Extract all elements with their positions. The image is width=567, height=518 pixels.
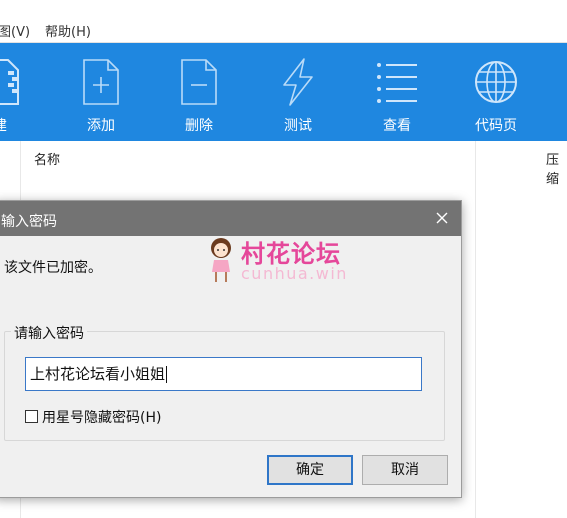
menu-help[interactable]: 帮助(H) bbox=[45, 21, 91, 40]
list-view-icon bbox=[377, 63, 417, 103]
codepage-label: 代码页 bbox=[475, 118, 517, 134]
watermark: 村花论坛 cunhua.win bbox=[207, 232, 367, 288]
girl-mascot-icon bbox=[211, 238, 231, 282]
test-label: 测试 bbox=[284, 118, 312, 134]
add-label: 添加 bbox=[87, 118, 115, 134]
watermark-url: cunhua.win bbox=[241, 264, 348, 283]
zip-file-icon bbox=[0, 59, 19, 105]
text-caret bbox=[166, 366, 168, 383]
lightning-icon bbox=[283, 58, 313, 106]
test-button[interactable]: 测试 bbox=[258, 43, 338, 141]
column-divider bbox=[475, 141, 476, 518]
checkbox-box[interactable] bbox=[25, 410, 38, 423]
create-button[interactable]: 建 bbox=[0, 43, 40, 141]
view-button[interactable]: 查看 bbox=[357, 43, 437, 141]
cancel-button[interactable]: 取消 bbox=[362, 455, 448, 485]
menu-bar: 图(V) 帮助(H) bbox=[0, 0, 567, 43]
password-input[interactable]: 上村花论坛看小姐姐 bbox=[25, 357, 422, 391]
toolbar: 建 添加 删除 测试 查看 bbox=[0, 43, 567, 141]
dialog-titlebar[interactable]: 输入密码 bbox=[0, 201, 461, 236]
menu-view[interactable]: 图(V) bbox=[0, 21, 30, 40]
encrypted-message: 该文件已加密。 bbox=[4, 260, 102, 276]
dialog-title: 输入密码 bbox=[1, 214, 57, 230]
delete-label: 删除 bbox=[185, 118, 213, 134]
password-value: 上村花论坛看小姐姐 bbox=[30, 365, 166, 383]
hide-password-label: 用星号隐藏密码(H) bbox=[42, 410, 162, 426]
close-icon bbox=[436, 212, 448, 224]
globe-icon bbox=[475, 61, 517, 103]
add-file-icon bbox=[83, 59, 119, 105]
create-label: 建 bbox=[0, 115, 40, 135]
add-button[interactable]: 添加 bbox=[61, 43, 141, 141]
password-group-label: 请输入密码 bbox=[11, 323, 87, 343]
codepage-button[interactable]: 代码页 bbox=[456, 43, 536, 141]
delete-button[interactable]: 删除 bbox=[159, 43, 239, 141]
column-header-compressed[interactable]: 压缩 bbox=[546, 149, 567, 187]
column-header-name[interactable]: 名称 bbox=[34, 149, 60, 168]
close-button[interactable] bbox=[431, 207, 453, 229]
delete-file-icon bbox=[181, 59, 217, 105]
ok-button[interactable]: 确定 bbox=[267, 455, 353, 485]
view-label: 查看 bbox=[383, 118, 411, 134]
